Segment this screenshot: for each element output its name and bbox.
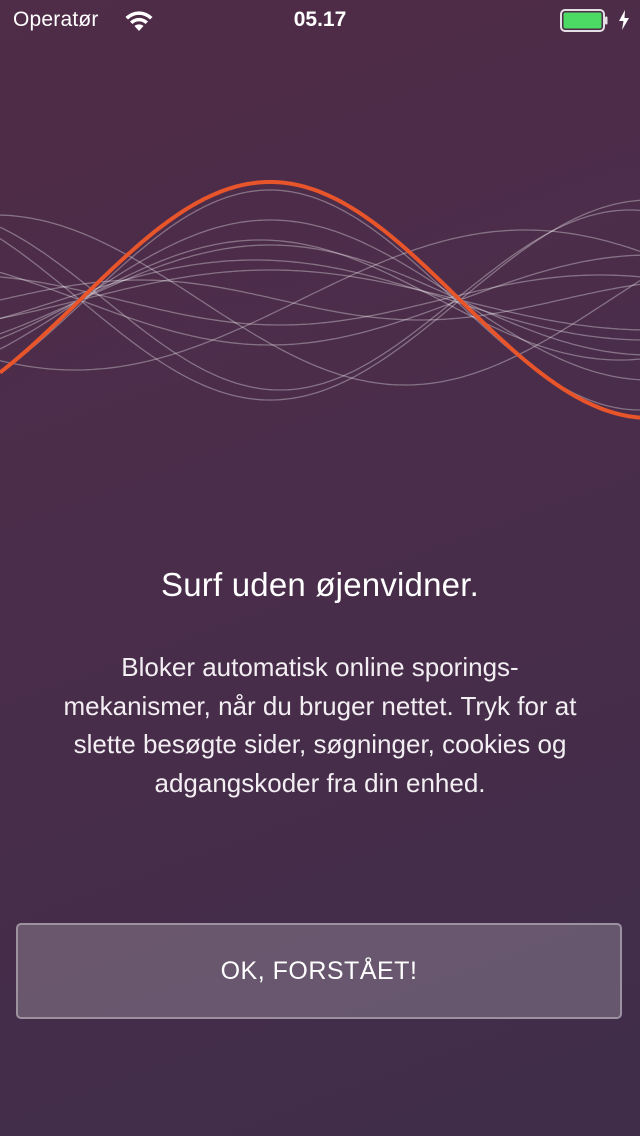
- sound-waves-illustration: [0, 180, 640, 420]
- description-line: Bloker automatisk online sporings-: [121, 652, 519, 682]
- thin-wave-line: [0, 254, 640, 346]
- thin-wave-line: [0, 209, 640, 391]
- onboarding-title: Surf uden øjenvidner.: [161, 566, 479, 603]
- description-line: adgangskoder fra din enhed.: [154, 767, 486, 798]
- thin-wave-line: [0, 239, 640, 361]
- thin-wave-line: [0, 244, 640, 356]
- battery-icon: [560, 9, 608, 32]
- onboarding-description: Bloker automatisk online sporings- mekan…: [30, 648, 610, 802]
- description-line: mekanismer, når du bruger nettet. Tryk f…: [63, 690, 577, 721]
- thin-wave-line: [0, 219, 640, 381]
- description-line: slette besøgte sider, søgninger, cookies…: [73, 729, 567, 759]
- charging-bolt-icon: [619, 10, 629, 30]
- status-bar: Operatør 05.17: [0, 0, 640, 40]
- ok-understood-button[interactable]: OK, FORSTÅET!: [16, 923, 622, 1019]
- accent-wave: [0, 180, 640, 420]
- thin-wave-line: [0, 214, 640, 386]
- thin-wave-line: [0, 229, 640, 371]
- clock: 05.17: [293, 8, 347, 31]
